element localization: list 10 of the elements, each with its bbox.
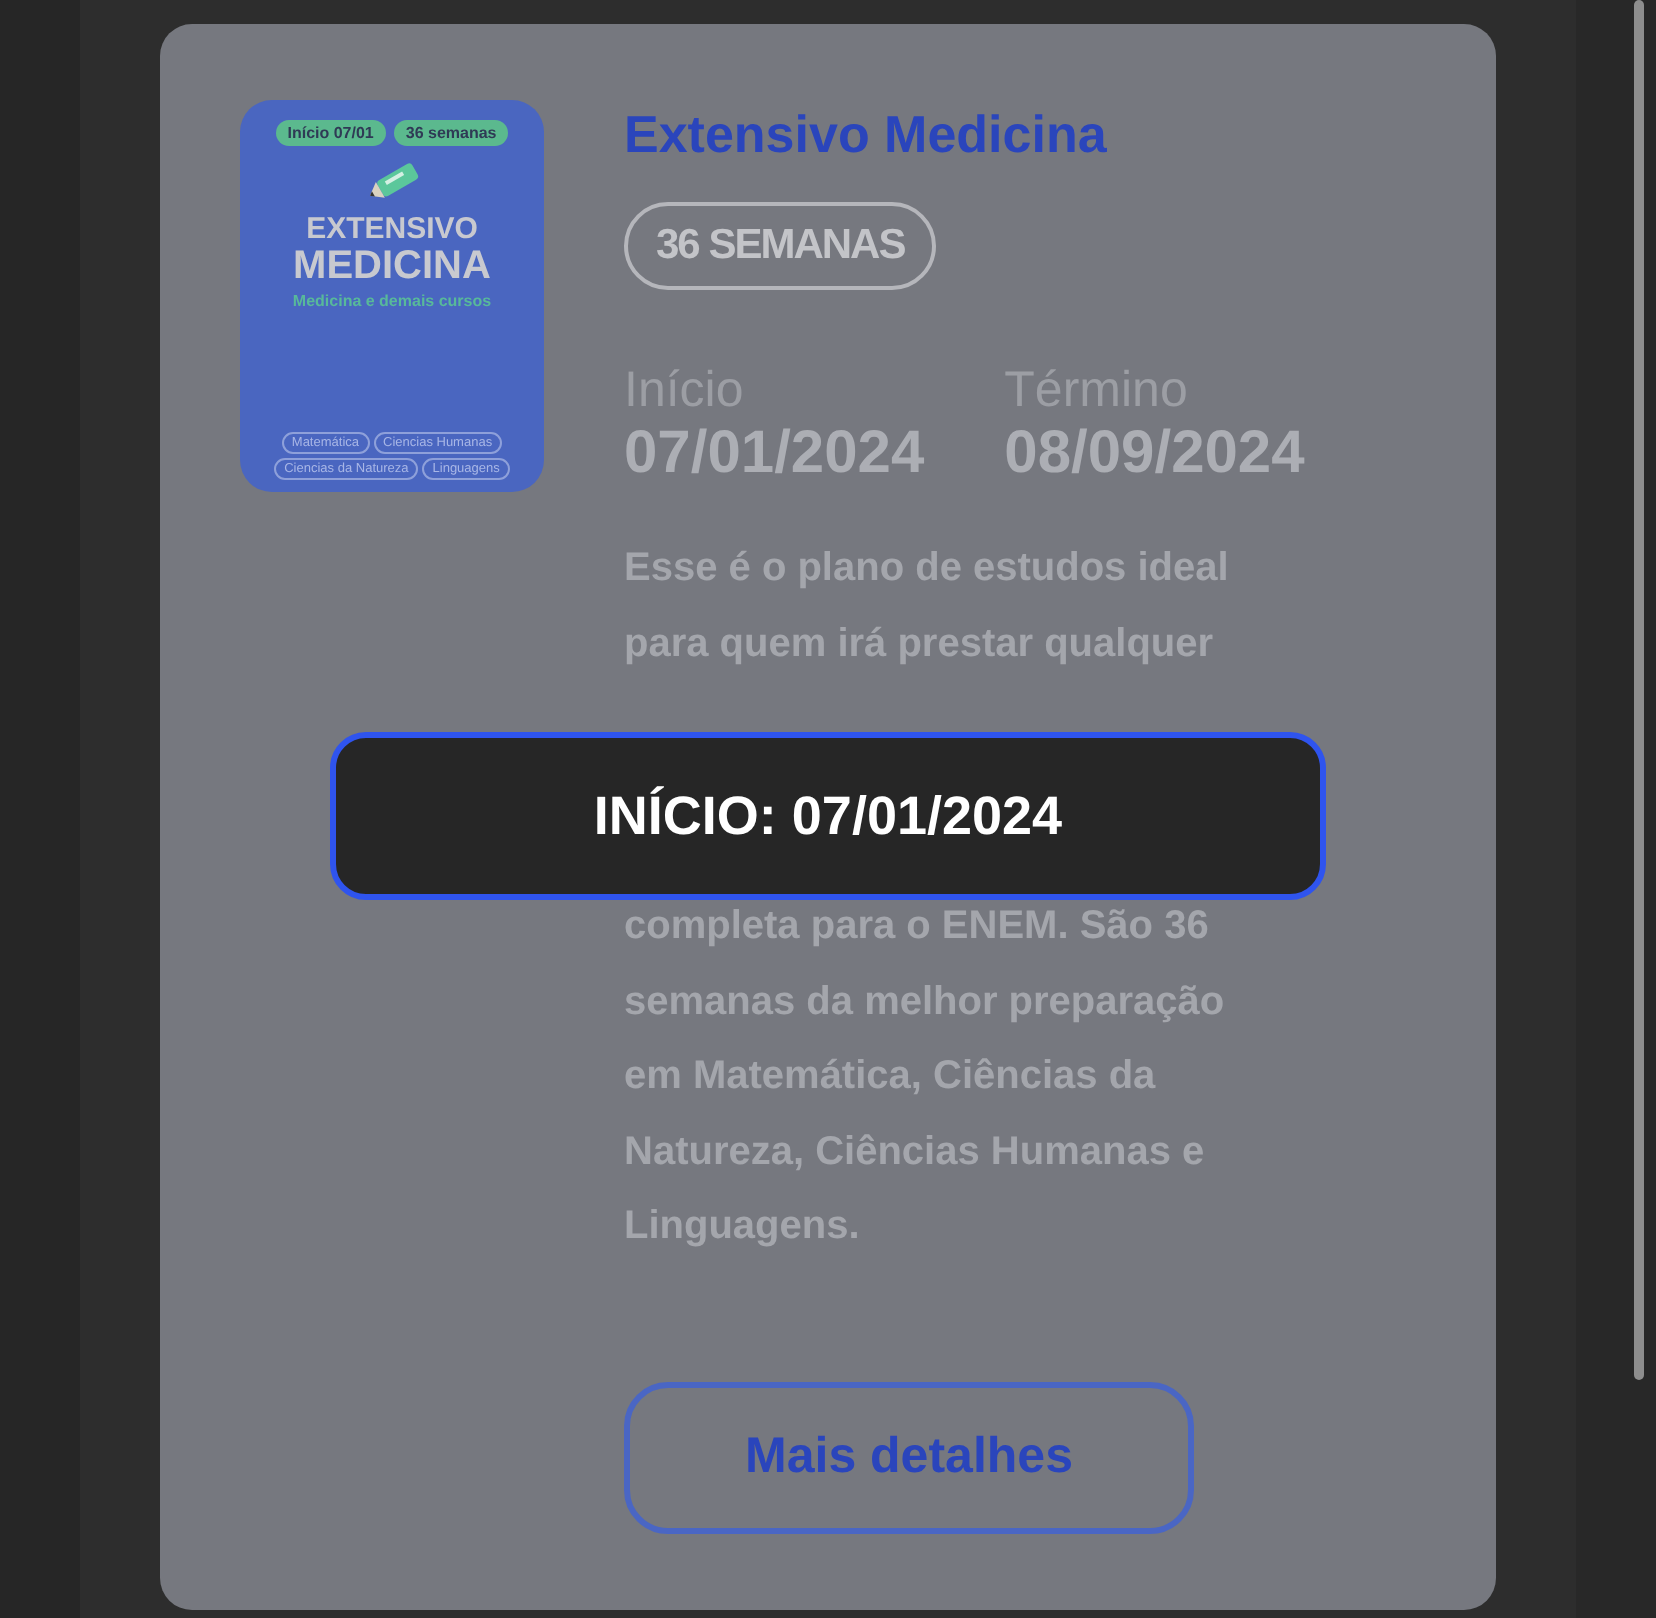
details-button[interactable]: Mais detalhes (624, 1381, 1194, 1534)
cover-pill: Início 07/01 (275, 120, 386, 146)
scrollbar[interactable] (1634, 0, 1644, 1380)
cover-heading: MEDICINA (293, 246, 491, 288)
toast-message: INÍCIO: 07/01/2024 (330, 732, 1326, 900)
duration-badge: 36 SEMANAS (624, 202, 937, 290)
cover-subtitle: Medicina e demais cursos (292, 292, 492, 310)
cover-heading: EXTENSIVO (306, 214, 478, 246)
cover-pill: 36 semanas (393, 120, 509, 146)
course-title: Extensivo Medicina (624, 104, 1107, 166)
